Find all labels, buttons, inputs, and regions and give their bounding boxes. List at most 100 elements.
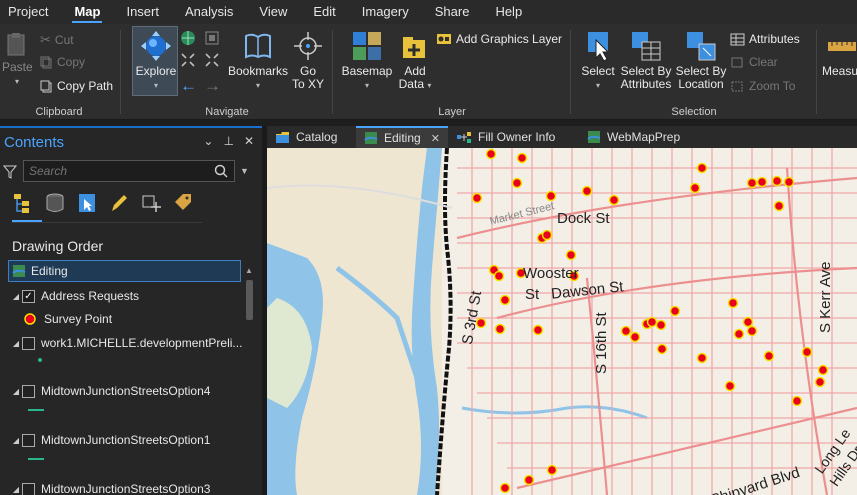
list-by-editing-button[interactable]	[108, 192, 130, 214]
layer-address-requests[interactable]: ◢ ✓ Address Requests	[10, 285, 139, 307]
menu-tab-analysis[interactable]: Analysis	[177, 0, 251, 24]
map-canvas[interactable]	[267, 148, 857, 495]
survey-point[interactable]	[696, 162, 708, 174]
menu-tab-help[interactable]: Help	[487, 0, 540, 24]
collapse-icon[interactable]: ◢	[10, 387, 22, 396]
tab-fill-owner-info[interactable]: Fill Owner Info	[448, 126, 563, 148]
survey-point[interactable]	[493, 270, 505, 282]
menu-tab-insert[interactable]: Insert	[118, 0, 177, 24]
scroll-up-icon[interactable]: ▲	[245, 266, 253, 275]
search-dropdown-icon[interactable]: ▼	[240, 166, 249, 176]
basemap-button[interactable]: Basemap ▾	[340, 30, 394, 92]
close-tab-icon[interactable]: ✕	[431, 132, 440, 145]
zoom-in-arrows-icon[interactable]	[180, 52, 196, 68]
copy-button[interactable]: Copy	[40, 55, 85, 69]
survey-point[interactable]	[689, 182, 701, 194]
collapse-icon[interactable]: ◢	[10, 339, 22, 348]
collapse-icon[interactable]: ◢	[10, 436, 22, 445]
collapse-icon[interactable]: ◢	[10, 485, 22, 494]
zoom-out-arrows-icon[interactable]	[204, 52, 220, 68]
list-by-snapping-button[interactable]	[140, 192, 162, 214]
filter-icon[interactable]	[3, 165, 17, 179]
list-by-selection-button[interactable]	[76, 192, 98, 214]
menu-tab-view[interactable]: View	[251, 0, 305, 24]
survey-point[interactable]	[814, 376, 826, 388]
survey-point[interactable]	[532, 324, 544, 336]
survey-point[interactable]	[499, 482, 511, 494]
cut-button[interactable]: ✂ Cut	[40, 32, 74, 48]
survey-point[interactable]	[746, 177, 758, 189]
select-button[interactable]: Select ▾	[576, 30, 620, 92]
layer-midtown-option3[interactable]: ◢ MidtownJunctionStreetsOption3	[10, 478, 210, 495]
survey-point[interactable]	[746, 325, 758, 337]
survey-point[interactable]	[546, 464, 558, 476]
survey-point[interactable]	[742, 316, 754, 328]
survey-point[interactable]	[646, 316, 658, 328]
map-view[interactable]: Market Street Dock St Wooster St Dawson …	[267, 148, 857, 495]
survey-point[interactable]	[727, 297, 739, 309]
menu-tab-map[interactable]: Map	[66, 0, 118, 24]
survey-point[interactable]	[608, 194, 620, 206]
menu-tab-imagery[interactable]: Imagery	[354, 0, 427, 24]
survey-point[interactable]	[763, 350, 775, 362]
go-to-xy-button[interactable]: Go To XY	[288, 30, 328, 91]
survey-point[interactable]	[756, 176, 768, 188]
survey-point[interactable]	[485, 148, 497, 160]
explore-button[interactable]: Explore ▾	[134, 30, 178, 92]
add-graphics-layer-button[interactable]: Add Graphics Layer	[436, 32, 562, 46]
survey-point[interactable]	[801, 346, 813, 358]
survey-point[interactable]	[581, 185, 593, 197]
survey-point[interactable]	[541, 229, 553, 241]
clear-selection-button[interactable]: Clear	[730, 55, 778, 69]
search-box[interactable]	[23, 160, 235, 182]
survey-point[interactable]	[629, 331, 641, 343]
list-by-drawing-order-button[interactable]	[12, 192, 34, 214]
survey-point[interactable]	[494, 323, 506, 335]
contents-scrollbar[interactable]: ▲	[245, 266, 254, 495]
survey-point[interactable]	[656, 343, 668, 355]
map-item-editing[interactable]: Editing	[8, 260, 241, 282]
layer-visibility-checkbox[interactable]	[22, 384, 35, 398]
search-input[interactable]	[24, 161, 204, 181]
survey-point[interactable]	[499, 294, 511, 306]
survey-point[interactable]	[696, 352, 708, 364]
layer-visibility-checkbox[interactable]	[22, 336, 35, 350]
list-by-data-source-button[interactable]	[44, 192, 66, 214]
next-extent-icon[interactable]: →	[204, 76, 221, 96]
survey-point[interactable]	[471, 192, 483, 204]
attributes-button[interactable]: Attributes	[730, 32, 800, 46]
bookmarks-button[interactable]: Bookmarks ▾	[226, 30, 290, 92]
survey-point[interactable]	[620, 325, 632, 337]
previous-extent-icon[interactable]: ←	[180, 76, 197, 96]
pin-icon[interactable]: ⊥	[223, 134, 233, 148]
layer-midtown-option1[interactable]: ◢ MidtownJunctionStreetsOption1	[10, 429, 211, 451]
survey-point[interactable]	[511, 177, 523, 189]
survey-point[interactable]	[791, 395, 803, 407]
survey-point[interactable]	[771, 175, 783, 187]
scroll-thumb[interactable]	[246, 280, 253, 320]
select-by-attributes-button[interactable]: Select By Attributes	[618, 30, 674, 91]
survey-point[interactable]	[773, 200, 785, 212]
copy-path-button[interactable]: Copy Path	[40, 79, 113, 93]
layer-visibility-checkbox[interactable]	[22, 482, 35, 495]
pane-options-icon[interactable]: ⌄	[203, 134, 213, 148]
select-by-location-button[interactable]: Select By Location	[674, 30, 728, 91]
tab-editing[interactable]: Editing ✕	[356, 126, 448, 148]
survey-point[interactable]	[655, 319, 667, 331]
menu-tab-edit[interactable]: Edit	[305, 0, 353, 24]
survey-point[interactable]	[545, 190, 557, 202]
survey-point[interactable]	[817, 364, 829, 376]
layer-visibility-checkbox[interactable]: ✓	[22, 289, 35, 303]
layer-visibility-checkbox[interactable]	[22, 433, 35, 447]
fixed-zoom-icon[interactable]	[204, 30, 220, 46]
layer-midtown-option4[interactable]: ◢ MidtownJunctionStreetsOption4	[10, 380, 211, 402]
tab-webmapprep[interactable]: WebMapPrep	[579, 126, 688, 148]
menu-tab-project[interactable]: Project	[0, 0, 66, 24]
add-data-button[interactable]: Add Data ▾	[396, 30, 434, 92]
survey-point[interactable]	[523, 474, 535, 486]
close-icon[interactable]: ✕	[244, 134, 254, 148]
paste-button[interactable]: Paste ▾	[2, 32, 33, 88]
survey-point[interactable]	[733, 328, 745, 340]
menu-tab-share[interactable]: Share	[427, 0, 488, 24]
survey-point[interactable]	[783, 176, 795, 188]
